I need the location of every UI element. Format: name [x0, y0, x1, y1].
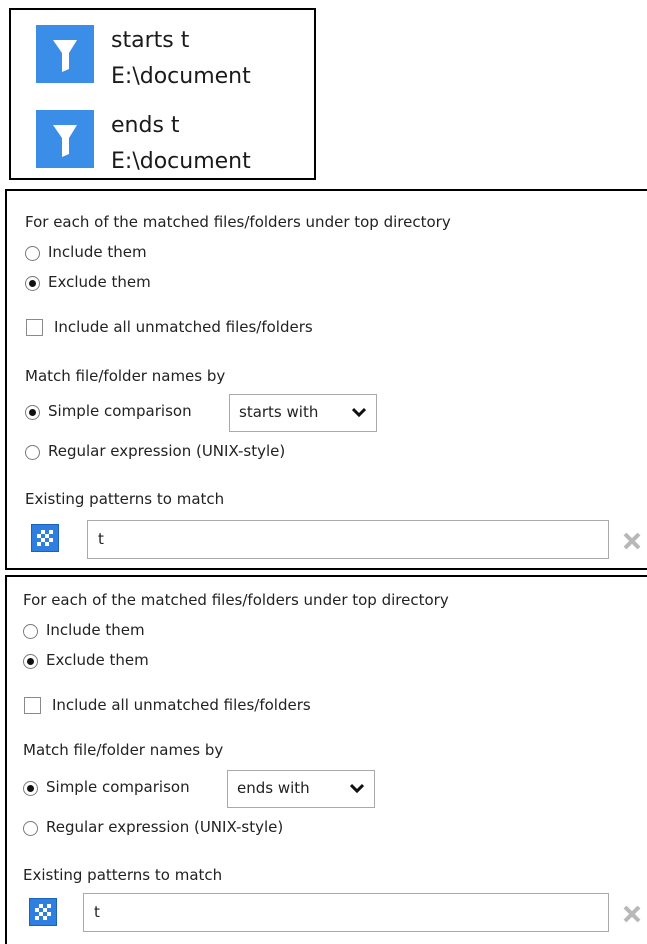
pattern-value: t: [98, 530, 104, 548]
filter-settings-panel-ends: For each of the matched files/folders un…: [5, 575, 647, 944]
filter-name: ends t: [111, 113, 180, 138]
chevron-down-icon: [352, 407, 366, 418]
regex-label: Regular expression (UNIX-style): [46, 818, 284, 836]
match-heading: Match file/folder names by: [23, 741, 224, 759]
include-radio[interactable]: [25, 246, 40, 261]
pattern-input[interactable]: t: [83, 893, 609, 932]
include-label: Include them: [48, 243, 147, 261]
patterns-heading: Existing patterns to match: [23, 866, 223, 884]
filter-icon: [36, 25, 94, 83]
include-label: Include them: [46, 621, 145, 639]
filter-path: E:\document: [111, 64, 251, 89]
simple-comparison-label: Simple comparison: [46, 778, 190, 796]
chevron-down-icon: [350, 783, 364, 794]
comparison-value: ends with: [237, 779, 310, 797]
include-unmatched-checkbox[interactable]: [24, 697, 41, 714]
regex-radio[interactable]: [25, 445, 40, 460]
exclude-label: Exclude them: [46, 651, 149, 669]
match-heading: Match file/folder names by: [25, 367, 226, 385]
include-unmatched-checkbox[interactable]: [26, 319, 43, 336]
exclude-radio[interactable]: [25, 276, 40, 291]
pattern-value: t: [94, 903, 100, 921]
patterns-heading: Existing patterns to match: [25, 490, 225, 508]
filter-item-starts[interactable]: starts t E:\document: [33, 21, 313, 89]
regex-radio[interactable]: [23, 821, 38, 836]
filter-name: starts t: [111, 28, 190, 53]
filter-path: E:\document: [111, 149, 251, 174]
comparison-select[interactable]: starts with: [229, 394, 377, 432]
include-unmatched-label: Include all unmatched files/folders: [52, 696, 311, 714]
filter-item-ends[interactable]: ends t E:\document: [33, 106, 313, 174]
include-unmatched-label: Include all unmatched files/folders: [54, 318, 313, 336]
close-icon[interactable]: [620, 529, 644, 553]
simple-comparison-radio[interactable]: [23, 781, 38, 796]
exclude-radio[interactable]: [23, 654, 38, 669]
pattern-icon: [31, 524, 59, 552]
pattern-icon: [29, 898, 57, 926]
filter-icon: [36, 110, 94, 168]
action-heading: For each of the matched files/folders un…: [25, 213, 451, 231]
simple-comparison-radio[interactable]: [25, 405, 40, 420]
regex-label: Regular expression (UNIX-style): [48, 442, 286, 460]
filter-settings-panel-starts: For each of the matched files/folders un…: [5, 189, 647, 570]
exclude-label: Exclude them: [48, 273, 151, 291]
comparison-select[interactable]: ends with: [227, 770, 375, 808]
simple-comparison-label: Simple comparison: [48, 402, 192, 420]
close-icon[interactable]: [620, 902, 644, 926]
comparison-value: starts with: [239, 403, 319, 421]
filter-list: starts t E:\document ends t E:\document: [9, 8, 316, 180]
pattern-input[interactable]: t: [87, 520, 609, 559]
action-heading: For each of the matched files/folders un…: [23, 591, 449, 609]
include-radio[interactable]: [23, 624, 38, 639]
